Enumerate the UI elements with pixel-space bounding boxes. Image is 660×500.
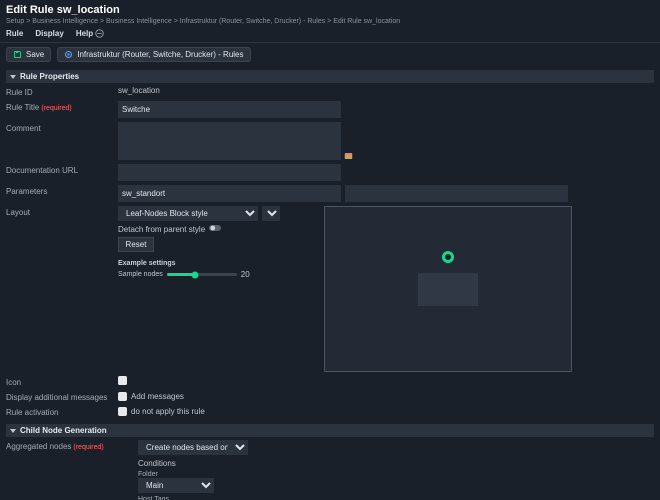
doc-url-input[interactable] [118, 164, 341, 181]
comment-input[interactable] [118, 122, 341, 160]
tab-rule[interactable]: Rule [6, 29, 23, 38]
parameters-input[interactable] [118, 185, 341, 202]
add-messages-checkbox[interactable] [118, 392, 127, 401]
label-rule-title: Rule Title(required) [6, 101, 114, 118]
preview-leaf-block [418, 273, 478, 306]
example-settings-heading: Example settings [118, 260, 318, 267]
label-host-tags: Host Tags [138, 496, 654, 500]
chevron-down-icon [10, 429, 16, 433]
label-comment: Comment [6, 122, 114, 160]
save-icon [13, 50, 22, 59]
toolbar: Save Infrastruktur (Router, Switche, Dru… [0, 43, 660, 66]
sample-nodes-value: 20 [241, 270, 250, 279]
icon-picker[interactable] [118, 376, 127, 385]
section-rule-properties[interactable]: Rule Properties [6, 70, 654, 83]
label-rule-id: Rule ID [6, 86, 114, 97]
label-icon: Icon [6, 376, 114, 387]
aggregation-icon [64, 50, 73, 59]
agg-mode-select[interactable]: Create nodes based on a host search [138, 440, 248, 455]
section-child-node-gen[interactable]: Child Node Generation [6, 424, 654, 437]
label-rule-activation: Rule activation [6, 406, 114, 417]
tab-display[interactable]: Display [35, 29, 63, 38]
reset-button[interactable]: Reset [118, 237, 154, 252]
tab-help[interactable]: Help [76, 29, 104, 38]
sample-nodes-label: Sample nodes [118, 271, 163, 278]
chevron-down-icon [10, 75, 16, 79]
do-not-apply-checkbox[interactable] [118, 407, 127, 416]
conditions-heading: Conditions [138, 459, 654, 468]
help-toggle-icon [95, 29, 104, 38]
detach-label: Detach from parent style [118, 225, 205, 234]
layout-style-extra-select[interactable] [262, 206, 280, 221]
breadcrumb: Setup > Business Intelligence > Business… [6, 18, 654, 25]
label-parameters: Parameters [6, 185, 114, 202]
timestamp-icon[interactable] [344, 151, 353, 160]
label-doc-url: Documentation URL [6, 164, 114, 181]
detach-toggle[interactable] [209, 224, 221, 234]
sample-nodes-slider[interactable] [167, 273, 237, 276]
label-layout: Layout [6, 206, 114, 372]
folder-select[interactable]: Main [138, 478, 214, 493]
menu-tabs: Rule Display Help [0, 25, 660, 43]
rule-title-input[interactable] [118, 101, 341, 118]
layout-style-select[interactable]: Leaf-Nodes Block style [118, 206, 258, 221]
preview-root-node [442, 251, 454, 263]
save-button[interactable]: Save [6, 47, 51, 62]
label-display-messages: Display additional messages [6, 391, 114, 402]
parameters-input-2[interactable] [345, 185, 568, 202]
label-folder: Folder [138, 471, 654, 478]
layout-preview-canvas [324, 206, 572, 372]
label-aggregated-nodes: Aggregated nodes(required) [6, 440, 134, 500]
value-rule-id: sw_location [118, 86, 654, 97]
page-title: Edit Rule sw_location [6, 4, 654, 16]
rule-pack-button[interactable]: Infrastruktur (Router, Switche, Drucker)… [57, 47, 250, 62]
